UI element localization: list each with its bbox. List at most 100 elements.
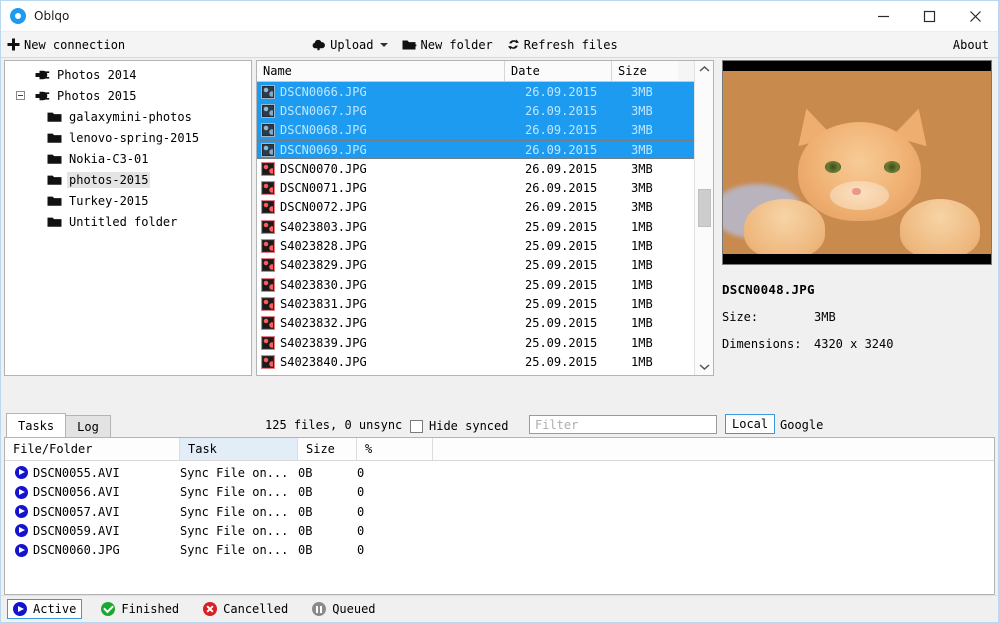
column-header-date[interactable]: Date bbox=[505, 61, 612, 81]
scroll-up-icon[interactable] bbox=[695, 61, 713, 78]
file-row[interactable]: DSCN0068.JPG 26.09.2015 3MB bbox=[257, 120, 695, 140]
about-link[interactable]: About bbox=[953, 32, 989, 57]
folder-icon bbox=[47, 133, 62, 143]
file-name: S4023830.JPG bbox=[280, 277, 367, 292]
file-row[interactable]: DSCN0067.JPG 26.09.2015 3MB bbox=[257, 101, 695, 121]
chevron-down-icon[interactable] bbox=[379, 42, 388, 47]
file-row[interactable]: S4023832.JPG 25.09.2015 1MB bbox=[257, 314, 695, 333]
task-list-header: File/Folder Task Size % bbox=[5, 438, 994, 462]
task-description: Sync File on... bbox=[180, 543, 289, 558]
status-filter-label: Cancelled bbox=[223, 602, 289, 617]
tree-item-photos-2015[interactable]: Photos 2015 bbox=[5, 85, 251, 106]
source-toggle-google[interactable]: Google bbox=[776, 416, 827, 434]
file-row[interactable]: S4023828.JPG 25.09.2015 1MB bbox=[257, 236, 695, 255]
image-file-icon bbox=[261, 239, 275, 254]
task-row[interactable]: DSCN0055.AVI Sync File on... 0B 0 bbox=[5, 463, 994, 482]
tab-log[interactable]: Log bbox=[65, 415, 111, 438]
file-list-scrollbar[interactable] bbox=[694, 61, 713, 375]
tree-item-turkey-2015[interactable]: Turkey-2015 bbox=[5, 190, 251, 211]
task-column-header-task[interactable]: Task bbox=[180, 438, 298, 461]
file-row[interactable]: S4023839.JPG 25.09.2015 1MB bbox=[257, 333, 695, 352]
task-row[interactable]: DSCN0056.AVI Sync File on... 0B 0 bbox=[5, 483, 994, 502]
task-list-rows: DSCN0055.AVI Sync File on... 0B 0 DSCN0056.A… bbox=[5, 461, 994, 594]
scrollbar-thumb[interactable] bbox=[698, 189, 711, 227]
new-connection-button[interactable]: New connection bbox=[7, 32, 125, 57]
file-date: 26.09.2015 bbox=[525, 123, 598, 138]
file-name: DSCN0068.JPG bbox=[280, 123, 367, 138]
app-logo-icon bbox=[10, 8, 26, 24]
image-file-icon bbox=[261, 142, 275, 157]
new-folder-label: New folder bbox=[420, 37, 493, 52]
file-date: 25.09.2015 bbox=[525, 258, 598, 273]
preview-size-row: Size: 3MB bbox=[722, 310, 994, 324]
file-row[interactable]: S4023830.JPG 25.09.2015 1MB bbox=[257, 275, 695, 294]
source-google-label: Google bbox=[780, 418, 824, 433]
task-row[interactable]: DSCN0057.AVI Sync File on... 0B 0 bbox=[5, 502, 994, 521]
task-file-name: DSCN0059.AVI bbox=[33, 523, 120, 538]
tab-label: Tasks bbox=[18, 418, 55, 433]
column-header-name[interactable]: Name bbox=[257, 61, 505, 81]
file-size: 1MB bbox=[631, 239, 653, 254]
tree-item-untitled-folder[interactable]: Untitled folder bbox=[5, 211, 251, 232]
task-column-header-file[interactable]: File/Folder bbox=[5, 438, 180, 461]
file-list-panel[interactable]: Name Date Size DSCN0066.JPG 26.09.2015 3MB… bbox=[256, 60, 714, 376]
status-filter-queued[interactable]: Queued bbox=[307, 600, 380, 618]
file-name: DSCN0071.JPG bbox=[280, 181, 367, 196]
task-size: 0B bbox=[298, 504, 313, 519]
task-row[interactable]: DSCN0060.JPG Sync File on... 0B 0 bbox=[5, 540, 994, 559]
tree-item-label: galaxymini-photos bbox=[69, 109, 192, 124]
image-file-icon bbox=[261, 181, 275, 196]
task-row[interactable]: DSCN0059.AVI Sync File on... 0B 0 bbox=[5, 521, 994, 540]
task-column-header-size[interactable]: Size bbox=[298, 438, 357, 461]
upload-button[interactable]: Upload bbox=[311, 32, 388, 57]
status-filter-label: Active bbox=[33, 602, 77, 617]
file-size: 3MB bbox=[631, 181, 653, 196]
task-state-active-icon bbox=[15, 466, 28, 480]
image-file-icon bbox=[261, 335, 275, 350]
tree-item-label: lenovo-spring-2015 bbox=[69, 130, 200, 145]
filter-input[interactable]: Filter bbox=[529, 415, 717, 435]
tree-item-nokia-c3-01[interactable]: Nokia-C3-01 bbox=[5, 148, 251, 169]
source-toggle-local[interactable]: Local bbox=[725, 414, 776, 435]
preview-photo-content bbox=[723, 71, 991, 254]
file-row[interactable]: DSCN0070.JPG 26.09.2015 3MB bbox=[257, 159, 695, 178]
task-file-name: DSCN0056.AVI bbox=[33, 485, 120, 500]
file-row[interactable]: S4023829.JPG 25.09.2015 1MB bbox=[257, 256, 695, 275]
status-filter-finished[interactable]: Finished bbox=[96, 600, 184, 618]
hide-synced-checkbox[interactable]: Hide synced bbox=[410, 419, 508, 433]
image-file-icon bbox=[261, 161, 275, 176]
checkbox-box-icon[interactable] bbox=[410, 419, 423, 433]
file-row[interactable]: DSCN0071.JPG 26.09.2015 3MB bbox=[257, 178, 695, 197]
minimize-button[interactable] bbox=[860, 1, 906, 31]
tree-item-label: Turkey-2015 bbox=[69, 193, 149, 208]
task-description: Sync File on... bbox=[180, 523, 289, 538]
close-button[interactable] bbox=[952, 1, 998, 31]
tree-expander-icon[interactable] bbox=[16, 91, 25, 100]
connection-tree-panel[interactable]: Photos 2014 Photos 2015 galaxymini-photos l… bbox=[4, 60, 252, 376]
task-size: 0B bbox=[298, 485, 313, 500]
file-row[interactable]: S4023803.JPG 25.09.2015 1MB bbox=[257, 217, 695, 236]
file-row[interactable]: DSCN0072.JPG 26.09.2015 3MB bbox=[257, 198, 695, 217]
task-description: Sync File on... bbox=[180, 504, 289, 519]
status-filter-cancelled[interactable]: Cancelled bbox=[198, 600, 293, 618]
task-list-panel[interactable]: File/Folder Task Size % DSCN0055.AVI Sync… bbox=[4, 437, 995, 596]
scroll-down-icon[interactable] bbox=[695, 358, 713, 375]
tree-item-galaxymini-photos[interactable]: galaxymini-photos bbox=[5, 106, 251, 127]
file-row[interactable]: DSCN0069.JPG 26.09.2015 3MB bbox=[257, 139, 695, 160]
file-row[interactable]: S4023840.JPG 25.09.2015 1MB bbox=[257, 352, 695, 371]
file-row[interactable]: DSCN0066.JPG 26.09.2015 3MB bbox=[257, 82, 695, 102]
tree-item-photos-2015[interactable]: photos-2015 bbox=[5, 169, 251, 190]
column-header-size[interactable]: Size bbox=[612, 61, 678, 81]
file-row[interactable]: S4023831.JPG 25.09.2015 1MB bbox=[257, 294, 695, 313]
task-size: 0B bbox=[298, 543, 313, 558]
new-folder-button[interactable]: New folder bbox=[402, 32, 493, 57]
tree-item-photos-2014[interactable]: Photos 2014 bbox=[5, 64, 251, 85]
maximize-button[interactable] bbox=[906, 1, 952, 31]
tab-tasks[interactable]: Tasks bbox=[6, 413, 67, 438]
preview-image[interactable] bbox=[722, 60, 992, 265]
preview-panel: DSCN0048.JPG Size: 3MB Dimensions: 4320 … bbox=[722, 60, 994, 410]
refresh-files-button[interactable]: Refresh files bbox=[507, 32, 618, 57]
task-column-header-percent[interactable]: % bbox=[357, 438, 433, 461]
tree-item-lenovo-spring-2015[interactable]: lenovo-spring-2015 bbox=[5, 127, 251, 148]
status-filter-active[interactable]: Active bbox=[7, 599, 83, 620]
